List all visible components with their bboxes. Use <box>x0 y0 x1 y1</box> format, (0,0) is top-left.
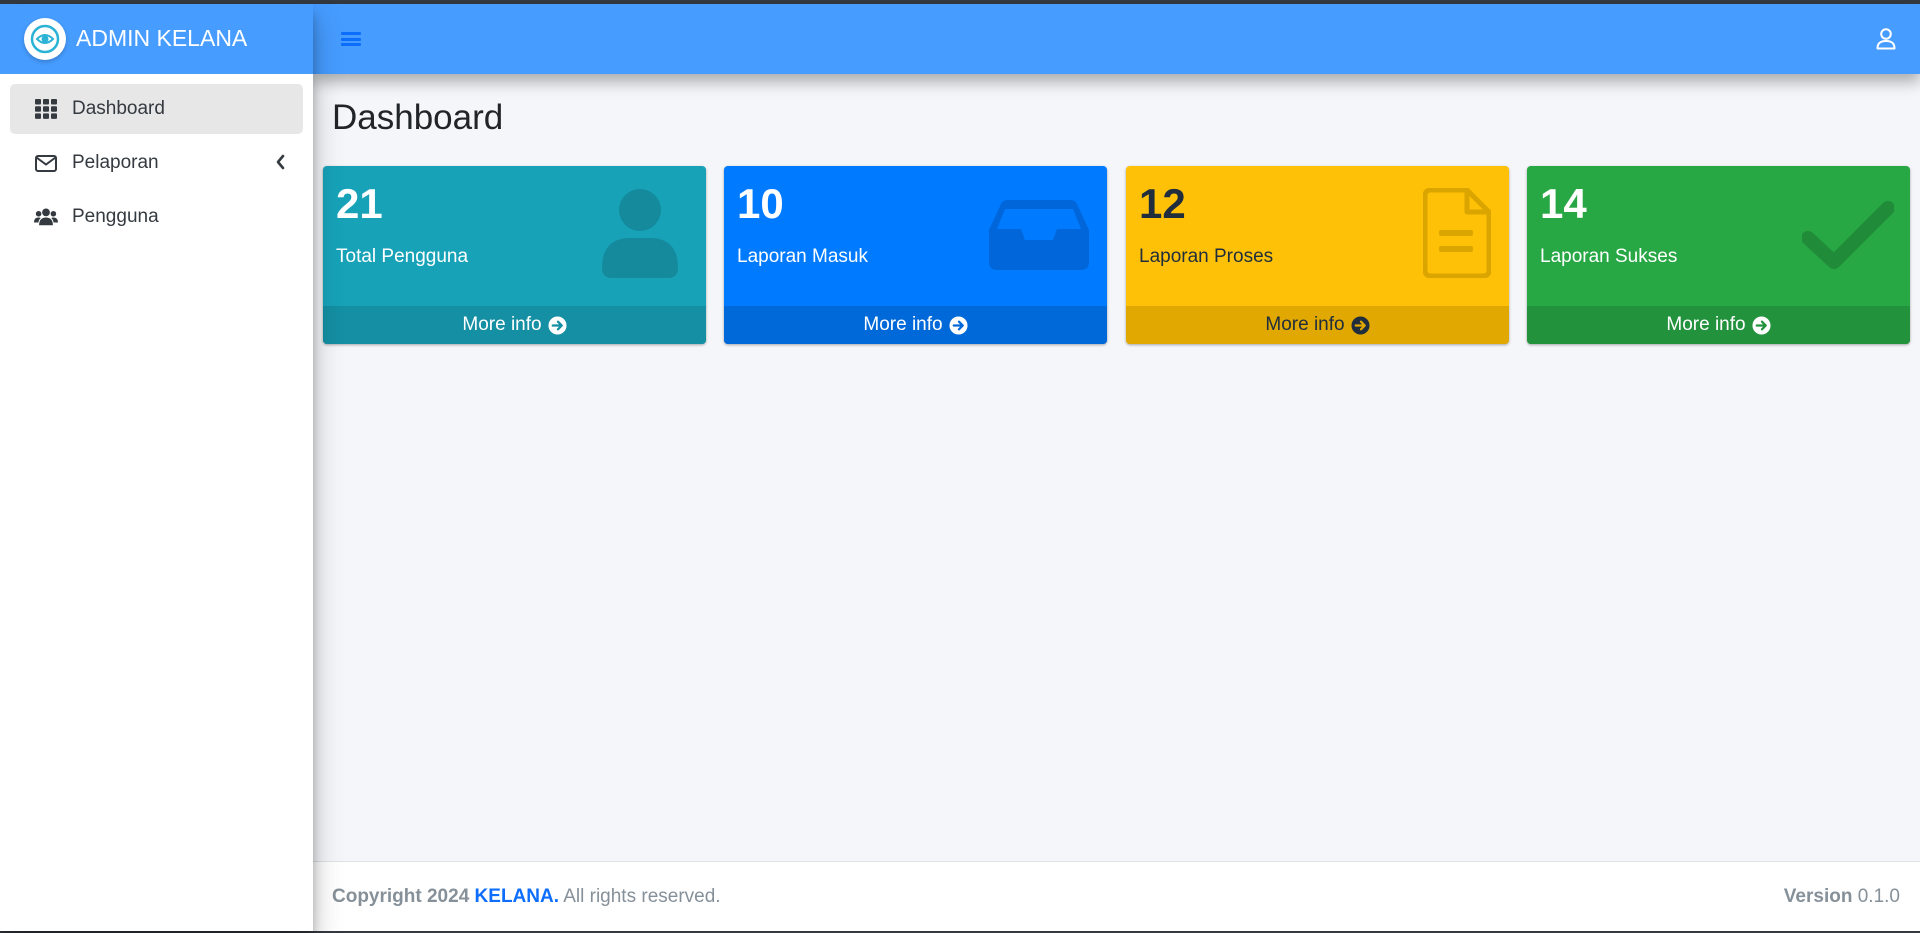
brand[interactable]: ADMIN KELANA <box>0 4 313 74</box>
more-info-link[interactable]: More info <box>724 306 1107 344</box>
chevron-left-icon <box>275 154 285 176</box>
hamburger-icon[interactable] <box>339 29 363 49</box>
arrow-circle-right-icon <box>548 315 567 335</box>
app-root: ADMIN KELANA Dashboard Pelaporan Penggun… <box>0 4 1920 931</box>
more-info-label: More info <box>1265 314 1345 335</box>
top-navbar <box>313 4 1920 74</box>
footer-brand-link[interactable]: KELANA. <box>475 886 559 907</box>
sidebar-item-label: Dashboard <box>72 98 165 119</box>
rights-text: All rights reserved. <box>563 885 721 907</box>
version-number: 0.1.0 <box>1857 885 1900 907</box>
stat-value: 12 <box>1139 180 1186 227</box>
copyright: Copyright 2024 KELANA. All rights reserv… <box>332 886 721 908</box>
page-footer: Copyright 2024 KELANA. All rights reserv… <box>313 861 1920 931</box>
brand-name: ADMIN KELANA <box>76 25 248 51</box>
sidebar-item-pengguna[interactable]: Pengguna <box>10 192 303 242</box>
more-info-label: More info <box>462 314 542 335</box>
file-icon <box>1422 187 1492 283</box>
stat-label: Laporan Proses <box>1139 246 1274 267</box>
stat-value: 21 <box>336 180 383 227</box>
arrow-circle-right-icon <box>1752 315 1771 335</box>
more-info-link[interactable]: More info <box>1126 306 1509 344</box>
arrow-circle-right-icon <box>949 315 968 335</box>
more-info-link[interactable]: More info <box>323 306 706 344</box>
stat-value: 14 <box>1540 180 1587 227</box>
stat-card-laporan-sukses: 14 Laporan Sukses More info <box>1527 166 1910 344</box>
main-content: Dashboard 21 Total Pengguna More info 10… <box>313 74 1920 861</box>
more-info-label: More info <box>1666 314 1746 335</box>
user-icon <box>1876 28 1896 50</box>
grid-icon <box>34 98 58 120</box>
sidebar-item-label: Pelaporan <box>72 152 159 173</box>
sidebar: ADMIN KELANA Dashboard Pelaporan Penggun… <box>0 4 313 931</box>
stat-card-laporan-proses: 12 Laporan Proses More info <box>1126 166 1509 344</box>
stat-value: 10 <box>737 180 784 227</box>
page-title: Dashboard <box>332 98 504 137</box>
more-info-label: More info <box>863 314 943 335</box>
sidebar-item-pelaporan[interactable]: Pelaporan <box>10 138 303 188</box>
stat-card-laporan-masuk: 10 Laporan Masuk More info <box>724 166 1107 344</box>
check-icon <box>1801 200 1895 275</box>
stat-card-total-pengguna: 21 Total Pengguna More info <box>323 166 706 344</box>
user-menu-button[interactable] <box>1872 25 1900 53</box>
version-label: Version <box>1783 885 1853 907</box>
sidebar-nav: Dashboard Pelaporan Pengguna <box>0 74 313 256</box>
version-info: Version 0.1.0 <box>1784 886 1900 908</box>
arrow-circle-right-icon <box>1351 315 1370 335</box>
sidebar-item-label: Pengguna <box>72 206 159 227</box>
users-icon <box>34 206 58 228</box>
envelope-icon <box>34 152 58 174</box>
stat-label: Total Pengguna <box>336 246 469 267</box>
more-info-link[interactable]: More info <box>1527 306 1910 344</box>
inbox-icon <box>989 200 1089 275</box>
user-icon <box>600 188 680 283</box>
copyright-text: Copyright 2024 <box>332 885 470 907</box>
stat-label: Laporan Sukses <box>1540 246 1678 267</box>
sidebar-item-dashboard[interactable]: Dashboard <box>10 84 303 134</box>
stat-label: Laporan Masuk <box>737 246 868 267</box>
brand-logo <box>24 17 66 60</box>
